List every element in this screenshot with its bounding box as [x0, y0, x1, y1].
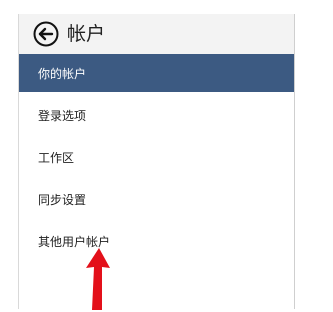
settings-panel: 帐户 你的帐户 登录选项 工作区 同步设置 其他用户帐户 [18, 14, 295, 309]
nav-item-your-account[interactable]: 你的帐户 [19, 54, 294, 92]
nav-item-label: 其他用户帐户 [38, 234, 111, 249]
red-pointer-arrow [86, 248, 110, 310]
nav-item-sign-in-options[interactable]: 登录选项 [19, 96, 294, 134]
settings-header: 帐户 [19, 14, 294, 54]
nav-item-sync-settings[interactable]: 同步设置 [19, 180, 294, 218]
page-title: 帐户 [67, 23, 106, 45]
back-arrow-circle-icon [33, 21, 59, 47]
back-button[interactable] [32, 20, 60, 48]
nav-item-label: 同步设置 [38, 192, 87, 207]
nav-item-label: 工作区 [38, 150, 75, 165]
nav-item-workplace[interactable]: 工作区 [19, 138, 294, 176]
nav-item-other-accounts[interactable]: 其他用户帐户 [19, 222, 294, 260]
nav-item-label: 你的帐户 [38, 66, 87, 81]
nav-item-label: 登录选项 [38, 108, 87, 123]
